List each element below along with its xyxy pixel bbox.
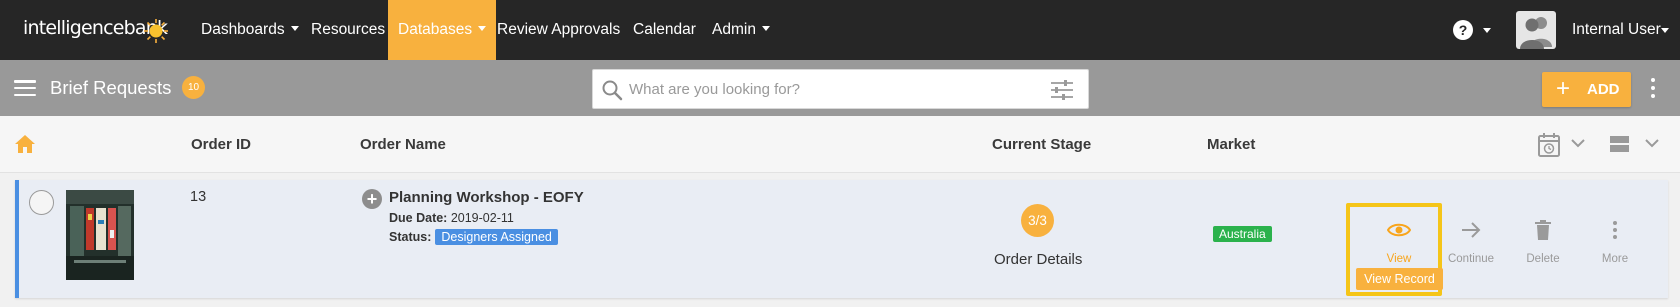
caret-down-icon	[290, 26, 299, 32]
hamburger-menu-icon[interactable]	[14, 80, 36, 97]
view-label: View	[1386, 253, 1412, 265]
search-icon[interactable]	[601, 79, 623, 101]
chevron-down-icon[interactable]	[1571, 138, 1585, 148]
nav-resources-label: Resources	[311, 21, 386, 38]
table-header: Order ID Order Name Current Stage Market	[0, 116, 1680, 173]
caret-down-icon	[761, 26, 770, 32]
home-icon[interactable]	[15, 135, 35, 153]
record-count-badge: 10	[182, 76, 205, 99]
column-header-current-stage[interactable]: Current Stage	[992, 116, 1091, 173]
status-label: Status:	[389, 230, 432, 244]
page-title: Brief Requests	[50, 77, 172, 98]
filter-sliders-icon[interactable]	[1050, 79, 1074, 101]
eye-icon	[1387, 223, 1411, 237]
due-date-label: Due Date:	[389, 211, 448, 225]
user-caret-down-icon[interactable]	[1661, 28, 1669, 33]
caret-down-icon	[478, 26, 487, 32]
trash-icon	[1535, 220, 1551, 240]
delete-button[interactable]: Delete	[1508, 218, 1578, 265]
user-name[interactable]: Internal User	[1572, 0, 1661, 60]
sun-logo-icon	[144, 19, 168, 43]
view-record-tooltip[interactable]: View Record	[1356, 268, 1443, 290]
market-badge: Australia	[1213, 226, 1272, 242]
view-button[interactable]: View	[1364, 218, 1434, 265]
more-vertical-icon	[1613, 221, 1617, 239]
layout-toggle-icon[interactable]	[1610, 136, 1629, 154]
calendar-clock-icon[interactable]	[1538, 133, 1560, 157]
row-select-radio[interactable]	[29, 190, 54, 215]
nav-admin[interactable]: Admin	[712, 0, 770, 60]
user-avatar[interactable]	[1516, 11, 1556, 49]
add-button[interactable]: + ADD	[1542, 72, 1631, 107]
order-thumbnail-image[interactable]	[66, 190, 134, 280]
status: Status: Designers Assigned	[389, 229, 558, 245]
search-bar	[592, 69, 1089, 109]
help-icon[interactable]: ?	[1453, 20, 1473, 40]
storefront-photo	[66, 190, 134, 280]
continue-label: Continue	[1447, 253, 1495, 265]
users-icon	[1520, 17, 1552, 49]
continue-button[interactable]: Continue	[1436, 218, 1506, 265]
delete-label: Delete	[1526, 253, 1560, 265]
arrow-right-icon	[1462, 222, 1481, 238]
nav-databases-label: Databases	[398, 21, 473, 38]
nav-databases[interactable]: Databases	[388, 0, 497, 60]
help-caret-down-icon[interactable]	[1483, 28, 1491, 33]
nav-admin-label: Admin	[712, 21, 756, 38]
nav-resources[interactable]: Resources	[311, 0, 385, 60]
search-input[interactable]	[629, 70, 1029, 108]
column-header-order-name[interactable]: Order Name	[360, 116, 446, 173]
expand-plus-icon[interactable]: +	[362, 189, 382, 209]
nav-calendar[interactable]: Calendar	[633, 0, 696, 60]
status-badge: Designers Assigned	[435, 229, 558, 245]
due-date-value: 2019-02-11	[450, 211, 514, 225]
nav-calendar-label: Calendar	[633, 21, 696, 38]
add-button-label: ADD	[1587, 81, 1620, 98]
more-label: More	[1601, 253, 1629, 265]
order-name[interactable]: Planning Workshop - EOFY	[389, 189, 584, 206]
nav-dashboards-label: Dashboards	[201, 21, 285, 38]
more-button[interactable]: More	[1580, 218, 1650, 265]
plus-icon: +	[1556, 75, 1571, 102]
nav-review-approvals[interactable]: Review Approvals	[497, 0, 620, 60]
due-date: Due Date: 2019-02-11	[389, 211, 514, 225]
stage-progress-badge: 3/3	[1021, 204, 1054, 237]
column-header-market[interactable]: Market	[1207, 116, 1255, 173]
column-header-order-id[interactable]: Order ID	[191, 116, 251, 173]
order-id: 13	[190, 189, 207, 205]
top-navigation-bar: intelligencebank Dashboards Resources Da…	[0, 0, 1680, 60]
nav-dashboards[interactable]: Dashboards	[201, 0, 299, 60]
stage-name: Order Details	[994, 251, 1083, 268]
nav-review-approvals-label: Review Approvals	[497, 21, 621, 38]
more-options-icon[interactable]	[1651, 78, 1657, 100]
chevron-down-icon[interactable]	[1645, 138, 1659, 148]
